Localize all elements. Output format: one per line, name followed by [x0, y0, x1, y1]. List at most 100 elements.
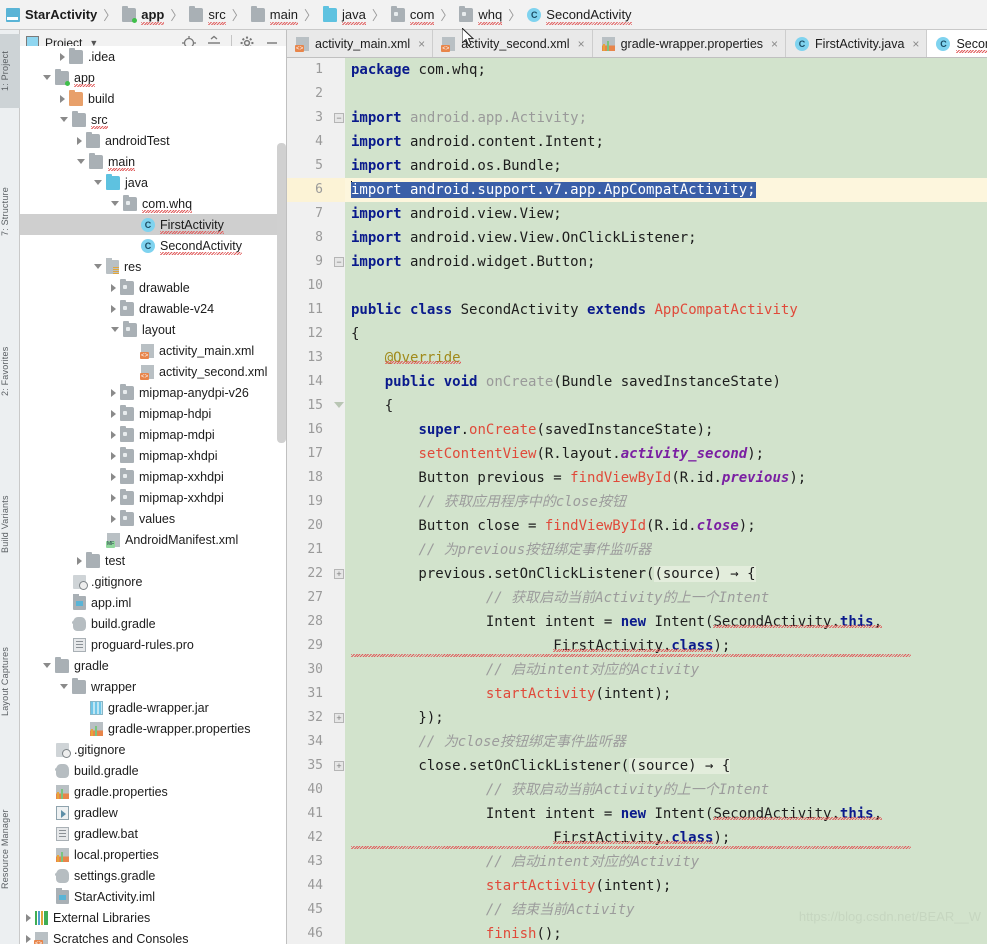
fold-gutter[interactable]	[331, 682, 345, 706]
fold-gutter[interactable]	[331, 514, 345, 538]
code-line[interactable]: 17 setContentView(R.layout.activity_seco…	[287, 442, 987, 466]
code-text[interactable]: {	[345, 394, 987, 418]
fold-expand-icon[interactable]: +	[334, 761, 344, 771]
code-lines[interactable]: 1 package com.whq; 2 3− import android.app.A…	[287, 58, 987, 944]
chevron-down-icon[interactable]	[94, 180, 102, 185]
fold-gutter[interactable]	[331, 610, 345, 634]
editor-tab-activity-second-xml[interactable]: activity_second.xml ×	[433, 30, 593, 57]
fold-gutter[interactable]	[331, 178, 345, 202]
tree-item-test[interactable]: test	[20, 550, 286, 571]
chevron-down-icon[interactable]	[60, 117, 68, 122]
fold-gutter[interactable]	[331, 130, 345, 154]
breadcrumb-item-staractivity[interactable]: StarActivity	[6, 0, 97, 30]
tree-item-wrapper[interactable]: wrapper	[20, 676, 286, 697]
code-text[interactable]: import android.widget.Button;	[345, 250, 987, 274]
fold-gutter[interactable]	[331, 778, 345, 802]
tree-item-activity-main-xml[interactable]: activity_main.xml	[20, 340, 286, 361]
code-line[interactable]: 12 {	[287, 322, 987, 346]
editor-tab-gradle-wrapper-properties[interactable]: gradle-wrapper.properties ×	[592, 30, 787, 57]
fold-gutter[interactable]: +	[331, 562, 345, 586]
code-text[interactable]: finish();	[345, 922, 987, 944]
tree-item-gradle-properties[interactable]: gradle.properties	[20, 781, 286, 802]
code-text[interactable]	[345, 82, 987, 106]
code-line[interactable]: 22 + previous.setOnClickListener((source)…	[287, 562, 987, 586]
code-line[interactable]: 4 import android.content.Intent;	[287, 130, 987, 154]
chevron-right-icon[interactable]	[26, 913, 31, 922]
code-line[interactable]: 42 FirstActivity.class);	[287, 826, 987, 850]
code-line[interactable]: 10	[287, 274, 987, 298]
tree-item-drawable[interactable]: drawable	[20, 277, 286, 298]
tree-item-build[interactable]: build	[20, 88, 286, 109]
tree-item-gradle-wrapper-properties[interactable]: gradle-wrapper.properties	[20, 718, 286, 739]
tool-window-tab-1-project[interactable]: 1: Project	[0, 34, 20, 108]
editor-tab-secondactivity-java[interactable]: CSecondActivity.java×	[927, 30, 987, 57]
tree-item-external-libraries[interactable]: External Libraries	[20, 907, 286, 928]
fold-gutter[interactable]: −	[331, 250, 345, 274]
close-icon[interactable]: ×	[912, 37, 919, 51]
code-text[interactable]: import android.app.Activity;	[345, 106, 987, 130]
editor-tab-firstactivity-java[interactable]: C FirstActivity.java ×	[786, 30, 928, 57]
tree-item-androidmanifest-xml[interactable]: AndroidManifest.xml	[20, 529, 286, 550]
code-text[interactable]: super.onCreate(savedInstanceState);	[345, 418, 987, 442]
chevron-right-icon[interactable]	[60, 52, 65, 61]
tree-item--gitignore[interactable]: .gitignore	[20, 571, 286, 592]
code-line[interactable]: 11 public class SecondActivity extends Ap…	[287, 298, 987, 322]
tree-item-androidtest[interactable]: androidTest	[20, 130, 286, 151]
fold-gutter[interactable]	[331, 826, 345, 850]
code-line[interactable]: 32 + });	[287, 706, 987, 730]
fold-gutter[interactable]	[331, 202, 345, 226]
code-text[interactable]: Intent intent = new Intent(SecondActivit…	[345, 802, 987, 826]
code-line[interactable]: 28 Intent intent = new Intent(SecondActi…	[287, 610, 987, 634]
code-line[interactable]: 21 // 为previous按钮绑定事件监听器	[287, 538, 987, 562]
fold-gutter[interactable]	[331, 850, 345, 874]
code-line[interactable]: 6 import android.support.v7.app.AppCompat…	[287, 178, 987, 202]
code-text[interactable]: startActivity(intent);	[345, 874, 987, 898]
chevron-right-icon[interactable]	[111, 493, 116, 502]
fold-gutter[interactable]	[331, 490, 345, 514]
tree-item-src[interactable]: src	[20, 109, 286, 130]
chevron-right-icon[interactable]	[111, 514, 116, 523]
fold-gutter[interactable]	[331, 634, 345, 658]
code-line[interactable]: 9− import android.widget.Button;	[287, 250, 987, 274]
code-text[interactable]: import android.content.Intent;	[345, 130, 987, 154]
fold-gutter[interactable]	[331, 298, 345, 322]
code-text[interactable]: public class SecondActivity extends AppC…	[345, 298, 987, 322]
fold-gutter[interactable]	[331, 82, 345, 106]
breadcrumb-item-app[interactable]: app	[122, 0, 165, 30]
breadcrumb-item-com[interactable]: com	[390, 0, 435, 30]
fold-gutter[interactable]	[331, 802, 345, 826]
tree-item-java[interactable]: java	[20, 172, 286, 193]
fold-gutter[interactable]	[331, 538, 345, 562]
code-text[interactable]: // 为previous按钮绑定事件监听器	[345, 538, 987, 562]
fold-gutter[interactable]	[331, 58, 345, 82]
code-text[interactable]: FirstActivity.class);	[345, 826, 987, 850]
chevron-right-icon[interactable]	[60, 94, 65, 103]
code-line[interactable]: 3− import android.app.Activity;	[287, 106, 987, 130]
tree-item-build-gradle[interactable]: build.gradle	[20, 613, 286, 634]
tree-item-gradlew[interactable]: gradlew	[20, 802, 286, 823]
code-line[interactable]: 18 Button previous = findViewById(R.id.p…	[287, 466, 987, 490]
code-text[interactable]: @Override	[345, 346, 987, 370]
code-text[interactable]: startActivity(intent);	[345, 682, 987, 706]
fold-gutter[interactable]	[331, 586, 345, 610]
code-text[interactable]: import android.os.Bundle;	[345, 154, 987, 178]
fold-marker-icon[interactable]	[334, 402, 344, 408]
fold-expand-icon[interactable]: +	[334, 713, 344, 723]
tree-item-main[interactable]: main	[20, 151, 286, 172]
tree-item-mipmap-hdpi[interactable]: mipmap-hdpi	[20, 403, 286, 424]
tree-item-gradle[interactable]: gradle	[20, 655, 286, 676]
fold-gutter[interactable]	[331, 922, 345, 944]
tree-item--gitignore[interactable]: .gitignore	[20, 739, 286, 760]
tool-window-tab-resource-manager[interactable]: Resource Manager	[0, 784, 20, 914]
code-line[interactable]: 2	[287, 82, 987, 106]
tool-window-tab-2-favorites[interactable]: 2: Favorites	[0, 316, 20, 426]
breadcrumb-item-src[interactable]: src	[189, 0, 226, 30]
tree-item-res[interactable]: res	[20, 256, 286, 277]
close-icon[interactable]: ×	[771, 37, 778, 51]
tree-item-settings-gradle[interactable]: settings.gradle	[20, 865, 286, 886]
breadcrumb-item-whq[interactable]: whq	[459, 0, 503, 30]
breadcrumb-item-secondactivity[interactable]: C SecondActivity	[527, 0, 632, 30]
code-line[interactable]: 27 // 获取启动当前Activity的上一个Intent	[287, 586, 987, 610]
code-text[interactable]: public void onCreate(Bundle savedInstanc…	[345, 370, 987, 394]
code-line[interactable]: 30 // 启动intent对应的Activity	[287, 658, 987, 682]
